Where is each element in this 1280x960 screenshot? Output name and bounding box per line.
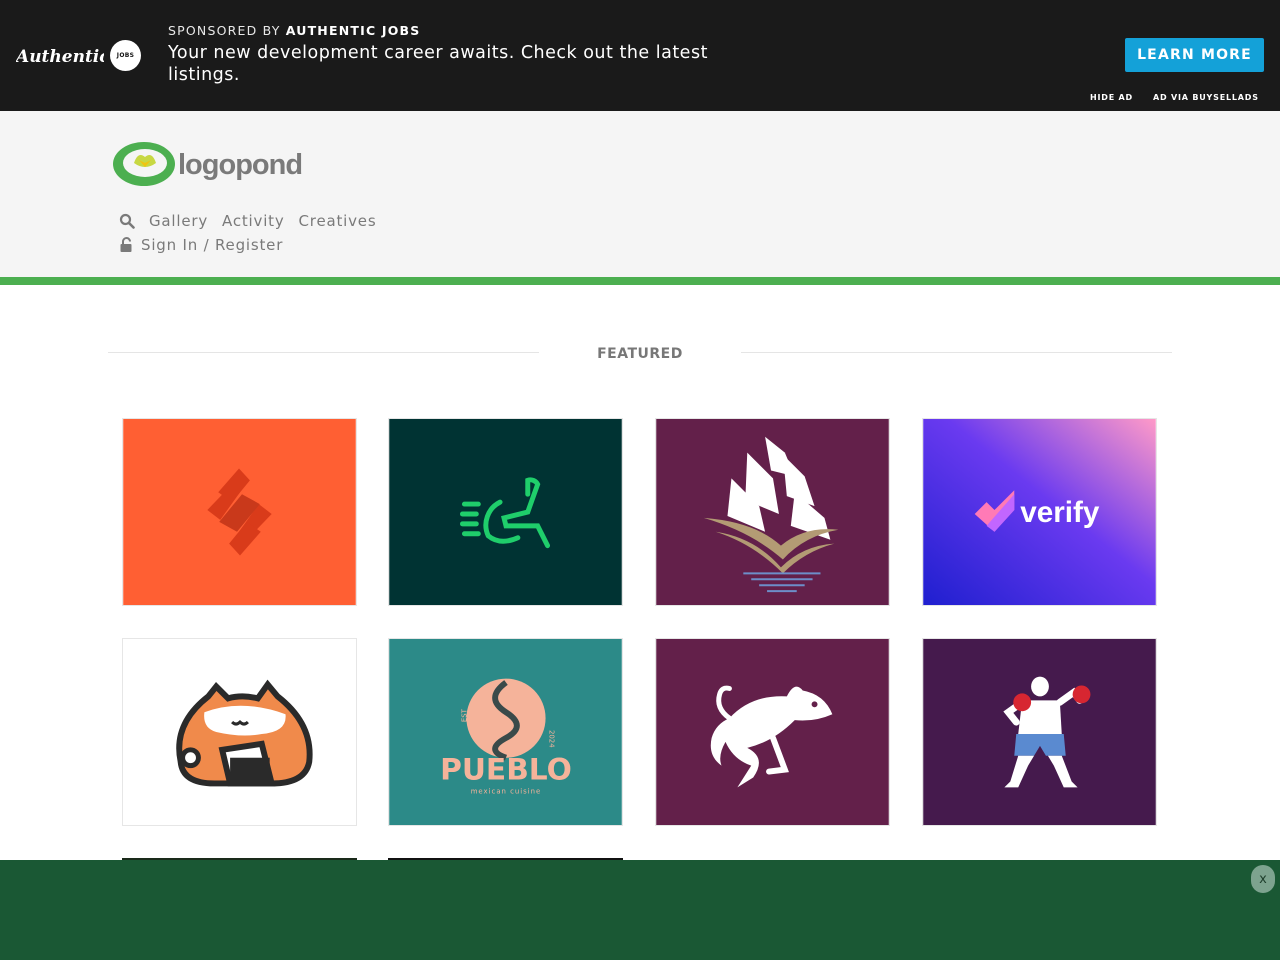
sponsor-ad-bar: Authentic JOBS SPONSORED BY AUTHENTIC JO… xyxy=(0,0,1280,111)
search-icon[interactable] xyxy=(119,213,135,229)
header-accent-bar xyxy=(0,277,1280,285)
svg-text:PUEBLO: PUEBLO xyxy=(440,751,572,786)
divider-right xyxy=(741,352,1172,353)
svg-text:verify: verify xyxy=(1020,496,1100,529)
onigiri-cat-logo-icon xyxy=(123,639,356,825)
tile-green-chair[interactable] xyxy=(388,418,623,606)
tile-cat[interactable] xyxy=(122,638,357,826)
close-ad-button[interactable]: x xyxy=(1251,865,1275,893)
verify-check-logo-icon: verify xyxy=(923,419,1156,605)
svg-text:EST: EST xyxy=(460,708,468,722)
svg-text:2024: 2024 xyxy=(548,730,556,748)
jobs-badge: JOBS xyxy=(110,40,141,71)
tile-orange-diamond[interactable] xyxy=(122,418,357,606)
abstract-diamond-logo-icon xyxy=(123,419,356,605)
hide-ad-link[interactable]: HIDE AD xyxy=(1090,93,1133,102)
nav-gallery[interactable]: Gallery xyxy=(149,212,208,230)
divider-left xyxy=(108,352,539,353)
svg-text:logopond: logopond xyxy=(178,149,302,181)
featured-heading: FEATURED xyxy=(597,346,683,362)
main-nav: Gallery Activity Creatives Sign In / Reg… xyxy=(119,210,390,256)
jumping-rat-logo-icon xyxy=(656,639,889,825)
pueblo-serpent-logo-icon: EST 2024 PUEBLO mexican cuisine xyxy=(389,639,622,825)
svg-text:Authentic: Authentic xyxy=(16,47,104,67)
tile-ship[interactable] xyxy=(655,418,890,606)
sailing-ship-logo-icon xyxy=(656,419,889,605)
sign-in-register-link[interactable]: Sign In / Register xyxy=(141,236,283,254)
ad-via-link[interactable]: AD VIA BUYSELLADS xyxy=(1153,93,1259,102)
tile-pueblo[interactable]: EST 2024 PUEBLO mexican cuisine xyxy=(388,638,623,826)
svg-text:mexican cuisine: mexican cuisine xyxy=(471,787,542,795)
lock-icon xyxy=(120,237,132,252)
sponsor-prefix: SPONSORED BY xyxy=(168,23,281,38)
tile-rat[interactable] xyxy=(655,638,890,826)
ad-message[interactable]: Your new development career awaits. Chec… xyxy=(168,42,748,86)
sponsor-name: AUTHENTIC JOBS xyxy=(285,23,421,38)
speed-wheelchair-logo-icon xyxy=(389,419,622,605)
tile-boxer[interactable] xyxy=(922,638,1157,826)
learn-more-button[interactable]: LEARN MORE xyxy=(1125,38,1264,72)
nav-activity[interactable]: Activity xyxy=(222,212,285,230)
nav-creatives[interactable]: Creatives xyxy=(299,212,377,230)
tile-verify[interactable]: verify xyxy=(922,418,1157,606)
sponsor-label: SPONSORED BY AUTHENTIC JOBS xyxy=(168,23,420,38)
boxer-logo-icon xyxy=(923,639,1156,825)
bottom-ad-banner[interactable] xyxy=(0,860,1280,960)
logopond-logo[interactable]: logopond xyxy=(112,141,312,189)
authentic-logo[interactable]: Authentic xyxy=(16,40,104,72)
